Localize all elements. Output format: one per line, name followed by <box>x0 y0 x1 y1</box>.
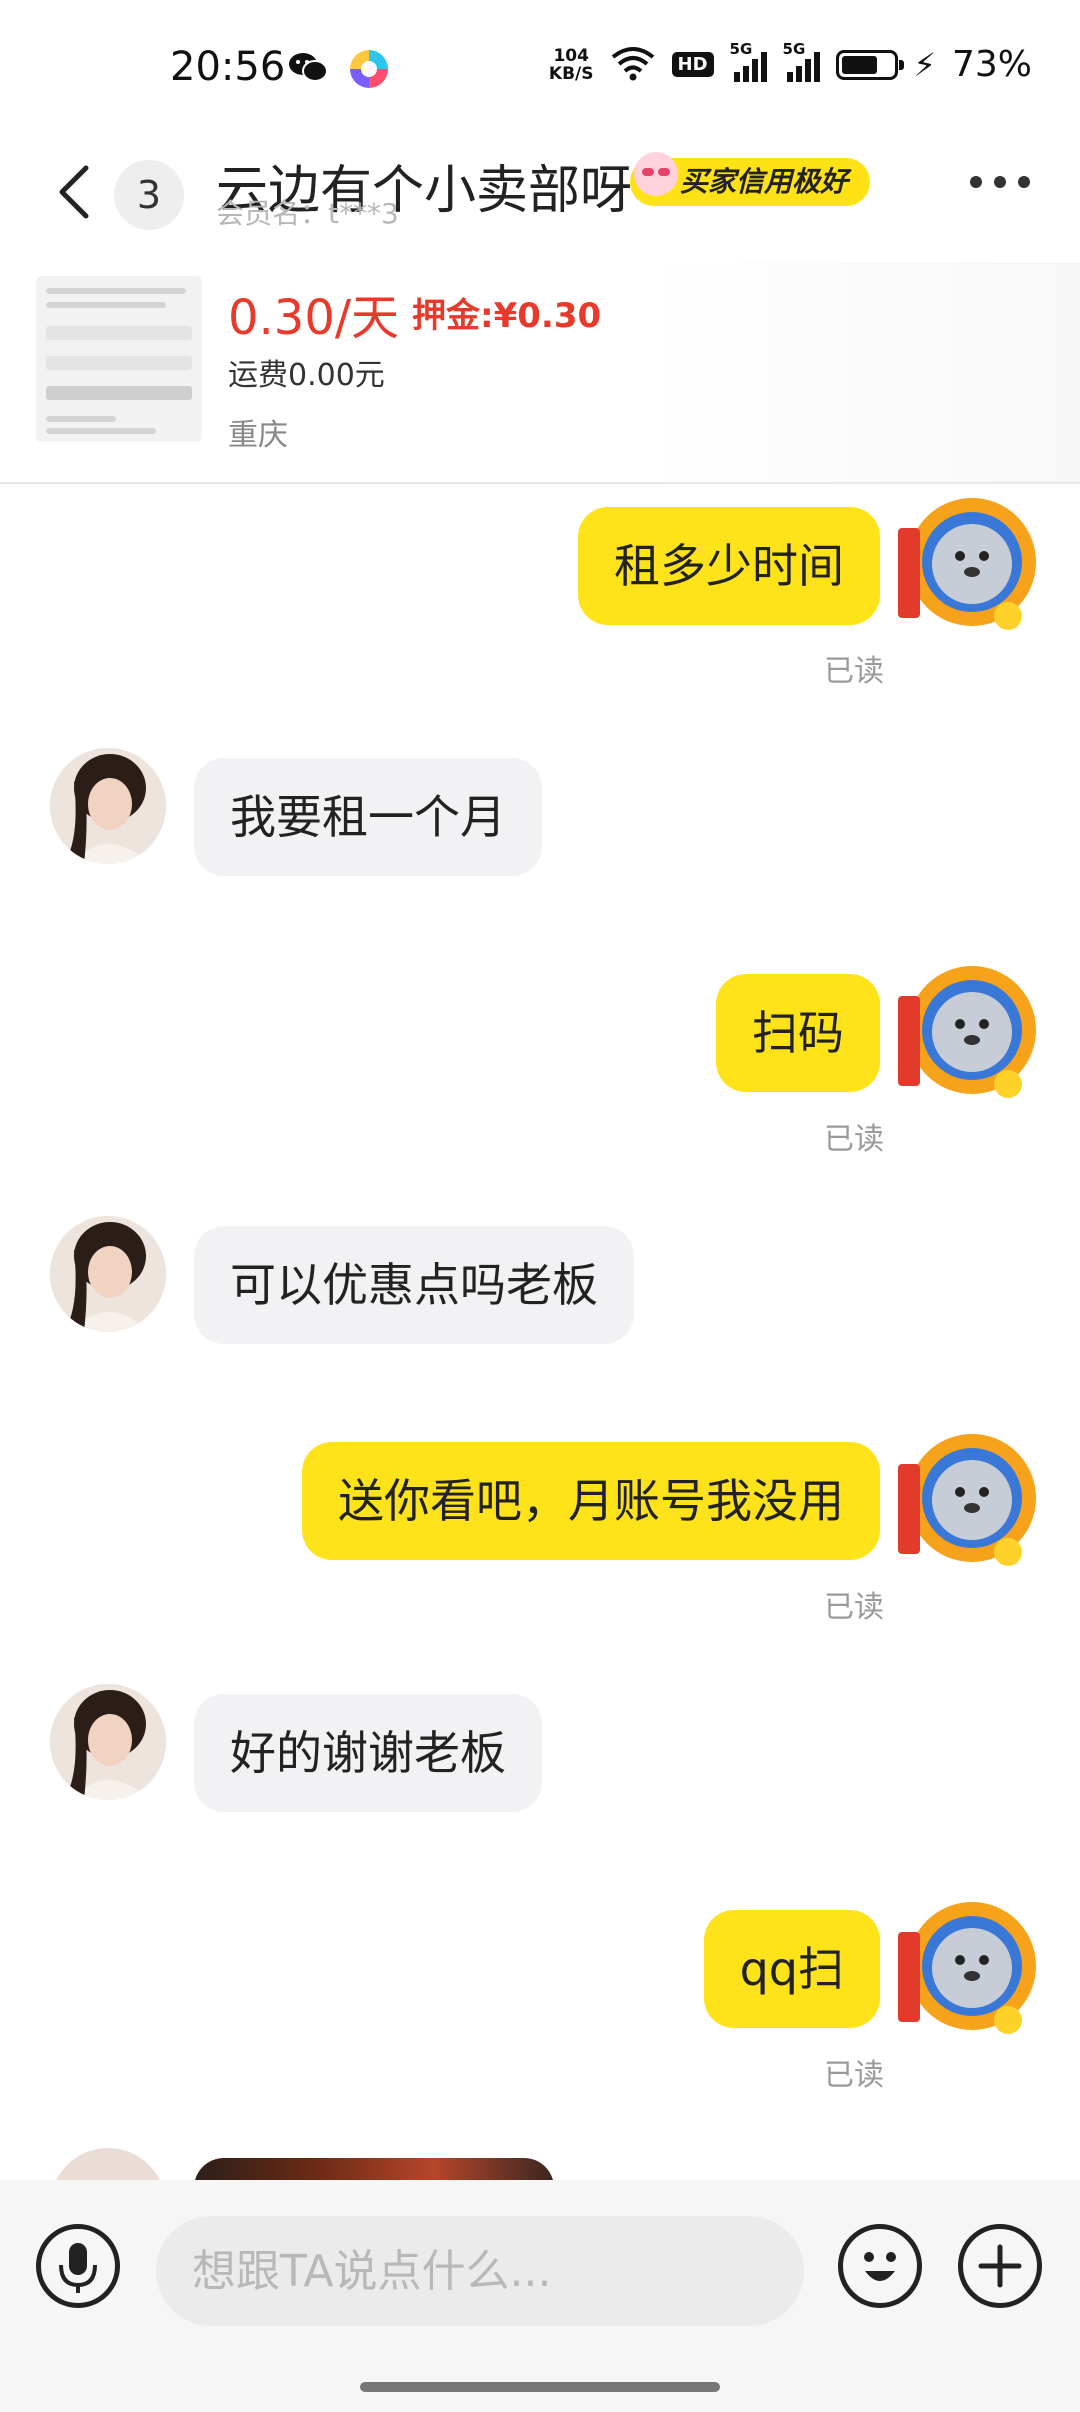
product-card[interactable]: 0.30/天 押金:¥0.30 运费0.00元 重庆 <box>0 262 1080 484</box>
seal-avatar-sticker[interactable] <box>892 490 1042 640</box>
chevron-left-icon <box>59 165 89 219</box>
signal-icon-sim1: 5G <box>730 40 767 82</box>
back-button[interactable] <box>52 162 96 222</box>
message-bubble-mine[interactable]: 送你看吧，月账号我没用 <box>302 1442 880 1560</box>
seal-avatar-sticker[interactable] <box>892 1426 1042 1576</box>
wifi-icon <box>610 45 656 85</box>
unread-count-badge[interactable]: 3 <box>114 160 184 230</box>
notification-icons <box>288 50 388 88</box>
message-bubble-theirs[interactable]: 我要租一个月 <box>194 758 542 876</box>
contact-avatar[interactable] <box>50 1684 166 1800</box>
signal-icon-sim2: 5G <box>783 40 820 82</box>
microphone-icon <box>59 2243 97 2293</box>
net-speed-value: 104 <box>553 45 589 66</box>
read-status: 已读 <box>824 1122 884 1157</box>
home-indicator[interactable] <box>360 2382 720 2392</box>
message-input[interactable] <box>156 2216 804 2326</box>
charging-icon: ⚡ <box>913 45 936 84</box>
more-actions-button[interactable] <box>958 2224 1042 2308</box>
colorful-ball-icon <box>350 50 388 88</box>
member-name: 会员名：t***3 <box>216 197 399 230</box>
deposit-price: 押金:¥0.30 <box>412 296 602 336</box>
message-bubble-mine[interactable]: 扫码 <box>716 974 880 1092</box>
smiley-icon <box>634 152 678 196</box>
shipping-fee: 运费0.00元 <box>228 358 385 393</box>
message-bubble-mine[interactable]: 租多少时间 <box>578 507 880 625</box>
battery-percent: 73% <box>951 44 1032 85</box>
contact-avatar[interactable] <box>50 748 166 864</box>
network-speed: 104 KB/S <box>549 47 594 83</box>
chat-header: 3 云边有个小卖部呀 买家信用极好 会员名：t***3 <box>0 140 1080 250</box>
contact-avatar[interactable] <box>50 1216 166 1332</box>
message-bubble-mine[interactable]: qq扫 <box>703 1910 880 2028</box>
credit-badge-label: 买家信用极好 <box>680 165 849 198</box>
read-status: 已读 <box>824 654 884 689</box>
seal-avatar-sticker[interactable] <box>892 958 1042 1108</box>
product-thumbnail[interactable] <box>36 276 202 442</box>
message-bubble-theirs[interactable]: 好的谢谢老板 <box>194 1694 542 1812</box>
status-bar: 20:56 104 KB/S HD 5G 5G ⚡ 73% <box>0 0 1080 140</box>
sim1-network: 5G <box>729 39 753 58</box>
hd-voice-icon: HD <box>671 52 714 77</box>
read-status: 已读 <box>824 2058 884 2093</box>
input-bar <box>0 2180 1080 2412</box>
net-speed-unit: KB/S <box>548 63 594 84</box>
message-bubble-theirs[interactable]: 可以优惠点吗老板 <box>194 1226 634 1344</box>
dot-icon <box>994 176 1006 188</box>
dot-icon <box>970 176 982 188</box>
emoji-button[interactable] <box>838 2224 922 2308</box>
wechat-icon <box>288 50 328 84</box>
seal-avatar-sticker[interactable] <box>892 1894 1042 2044</box>
sim2-network: 5G <box>782 39 806 58</box>
voice-button[interactable] <box>36 2224 120 2308</box>
read-status: 已读 <box>824 1590 884 1625</box>
dot-icon <box>1018 176 1030 188</box>
more-options-button[interactable] <box>970 176 1030 188</box>
plus-icon <box>978 2244 1022 2288</box>
credit-badge: 买家信用极好 <box>630 152 871 206</box>
product-location: 重庆 <box>228 418 288 453</box>
battery-icon <box>835 49 904 80</box>
emoji-icon <box>864 2252 896 2281</box>
status-time: 20:56 <box>170 44 286 90</box>
rent-price: 0.30/天 <box>228 290 400 346</box>
